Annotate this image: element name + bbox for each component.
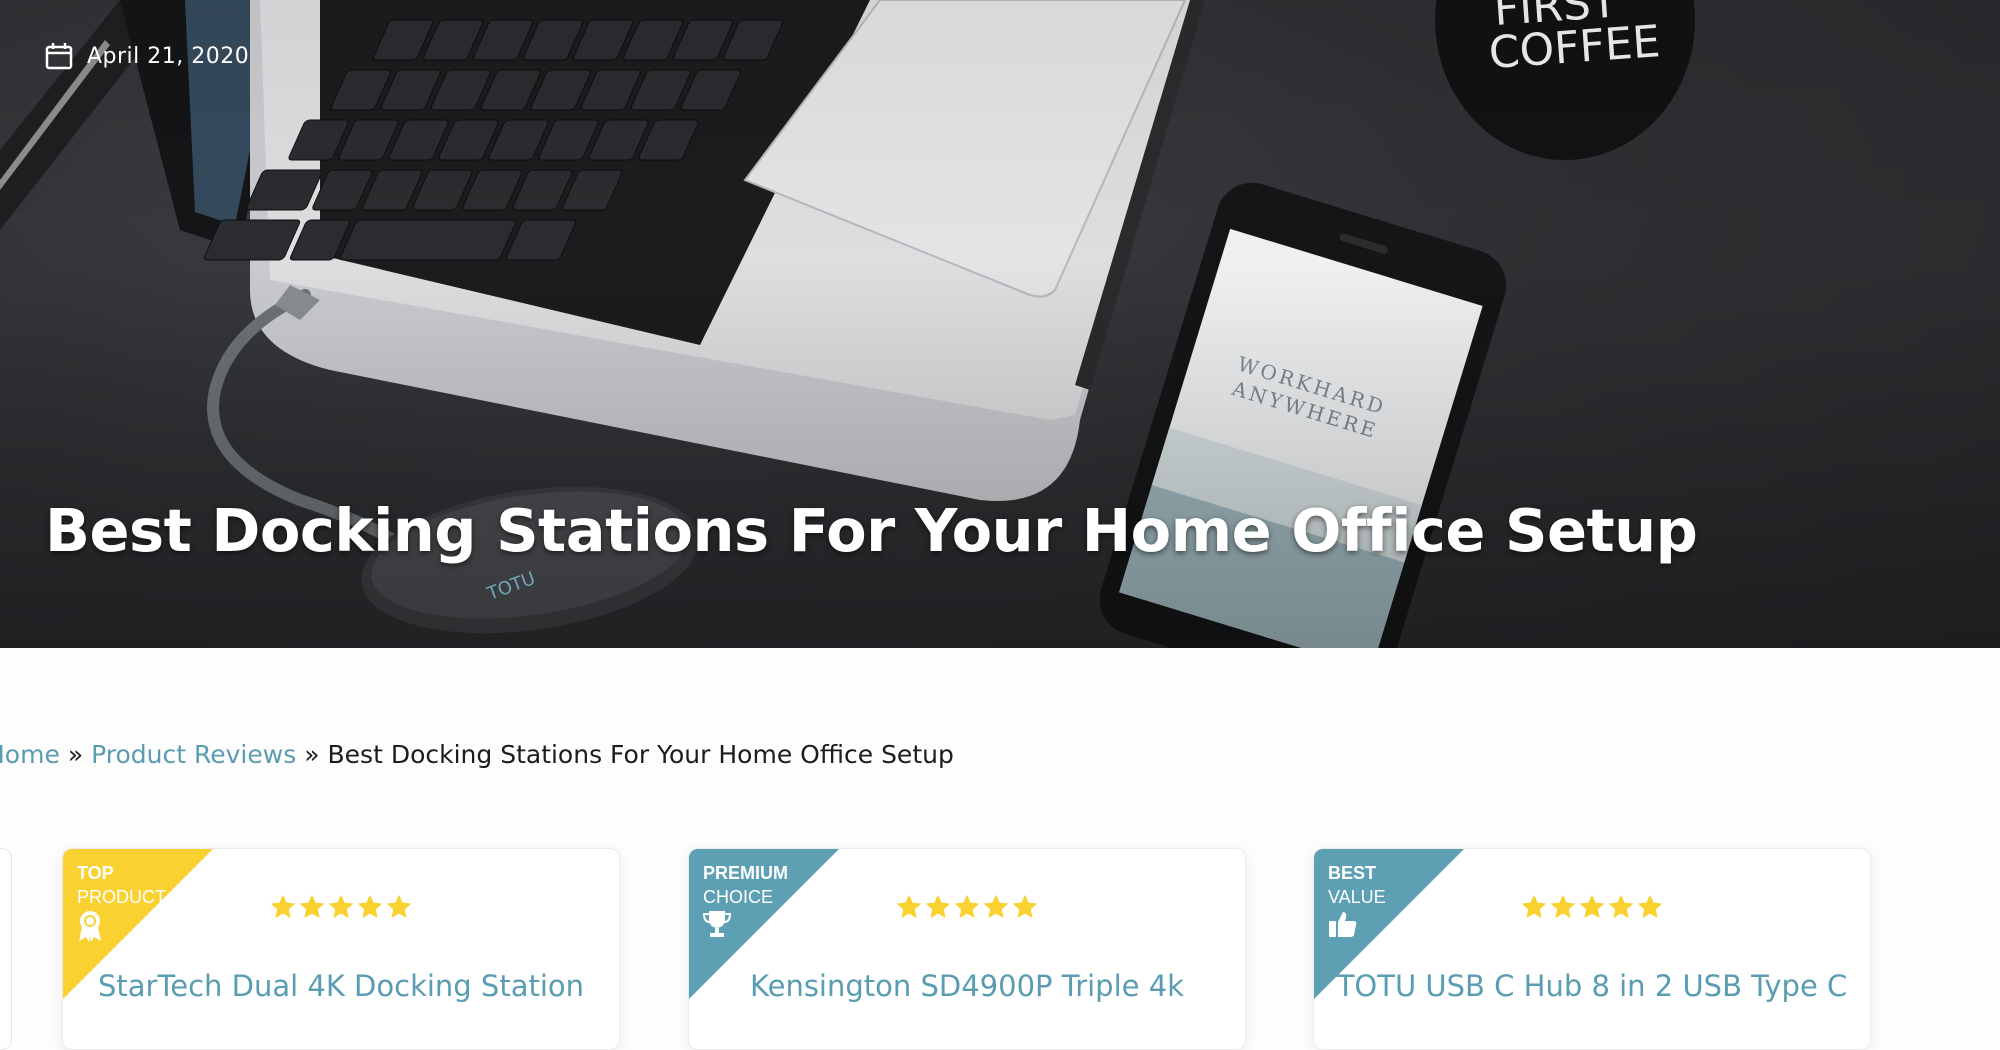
badge-line-1: BEST	[1328, 863, 1377, 883]
product-card-top-product[interactable]: TOP PRODUCT StarTech Dual 4K Docking Sta…	[62, 848, 620, 1050]
star-icon	[386, 894, 412, 918]
breadcrumb-category-link[interactable]: Product Reviews	[91, 740, 296, 769]
star-icon	[1550, 894, 1576, 918]
star-icon	[1579, 894, 1605, 918]
star-icon	[270, 894, 296, 918]
hero-banner: TOTU FIRST COFFEE WORKHARD ANYWHERE Apri…	[0, 0, 2000, 648]
star-icon	[1012, 894, 1038, 918]
calendar-icon	[45, 43, 73, 70]
breadcrumb-current: Best Docking Stations For Your Home Offi…	[327, 740, 954, 769]
breadcrumb-home-link[interactable]: Home	[0, 740, 60, 769]
star-icon	[925, 894, 951, 918]
star-icon	[357, 894, 383, 918]
star-rating	[689, 893, 1245, 921]
star-icon	[1521, 894, 1547, 918]
previous-card-edge	[0, 848, 12, 1050]
star-icon	[1637, 894, 1663, 918]
star-icon	[896, 894, 922, 918]
star-rating	[1314, 893, 1870, 921]
product-card-premium-choice[interactable]: PREMIUM CHOICE Kensington SD4900P Triple…	[688, 848, 1246, 1050]
product-title[interactable]: TOTU USB C Hub 8 in 2 USB Type C	[1314, 969, 1870, 1003]
badge-line-1: TOP	[77, 863, 114, 883]
product-title[interactable]: Kensington SD4900P Triple 4k	[689, 969, 1245, 1003]
post-date-text: April 21, 2020	[87, 43, 250, 69]
breadcrumb: Home»Product Reviews»Best Docking Statio…	[0, 740, 954, 769]
star-icon	[954, 894, 980, 918]
breadcrumb-separator: »	[304, 740, 320, 769]
breadcrumb-separator: »	[67, 740, 84, 769]
page-title: Best Docking Stations For Your Home Offi…	[45, 496, 1698, 565]
star-rating	[63, 893, 619, 921]
product-card-best-value[interactable]: BEST VALUE TOTU USB C Hub 8 in 2 USB Typ…	[1313, 848, 1871, 1050]
badge-line-1: PREMIUM	[703, 863, 788, 883]
star-icon	[983, 894, 1009, 918]
product-title[interactable]: StarTech Dual 4K Docking Station	[63, 969, 619, 1003]
star-icon	[299, 894, 325, 918]
star-icon	[1608, 894, 1634, 918]
star-icon	[328, 894, 354, 918]
post-date: April 21, 2020	[45, 42, 249, 70]
